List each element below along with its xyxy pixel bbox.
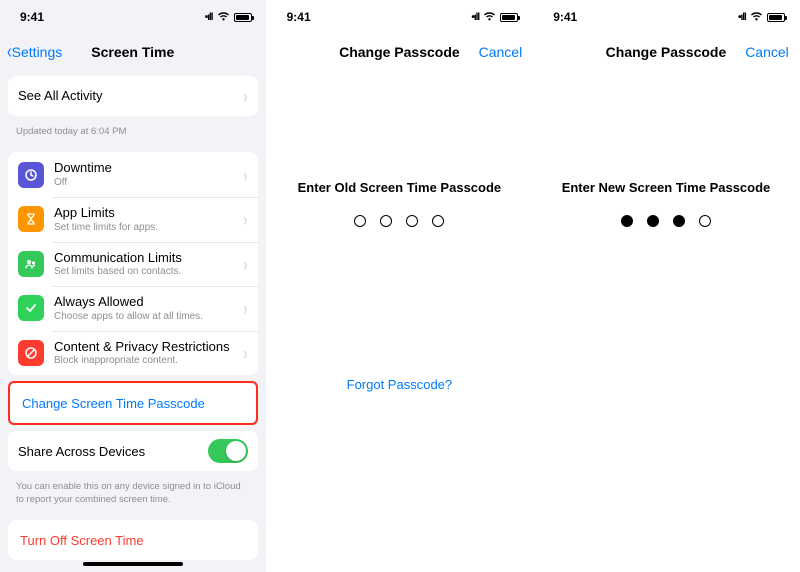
status-time: 9:41 — [287, 10, 311, 24]
row-sub: Set time limits for apps. — [54, 222, 158, 234]
passcode-dot — [432, 215, 444, 227]
status-indicators: •ıll — [471, 11, 518, 24]
share-toggle[interactable] — [208, 439, 248, 463]
passcode-dot — [354, 215, 366, 227]
row-title: Content & Privacy Restrictions — [54, 339, 230, 355]
signal-icon: •ıll — [471, 12, 479, 23]
share-group: Share Across Devices — [8, 431, 258, 471]
status-time: 9:41 — [553, 10, 577, 24]
checkmark-icon — [18, 295, 44, 321]
row-sub: Off — [54, 177, 112, 189]
change-passcode-label: Change Screen Time Passcode — [22, 396, 205, 411]
chevron-right-icon: › — [244, 208, 247, 230]
see-all-activity-label: See All Activity — [18, 88, 103, 104]
passcode-dots — [533, 215, 799, 227]
forgot-label: Forgot Passcode? — [347, 377, 453, 392]
limits-group: Downtime Off › App Limits Set time limit… — [8, 152, 258, 375]
downtime-icon — [18, 162, 44, 188]
row-sub: Choose apps to allow at all times. — [54, 311, 203, 323]
share-footnote: You can enable this on any device signed… — [0, 477, 266, 514]
turn-off-button[interactable]: Turn Off Screen Time — [8, 520, 258, 560]
chevron-right-icon: › — [244, 163, 247, 185]
hourglass-icon — [18, 206, 44, 232]
always-allowed-row[interactable]: Always Allowed Choose apps to allow at a… — [8, 286, 258, 331]
signal-icon: •ıll — [205, 12, 213, 23]
wifi-icon — [483, 11, 496, 24]
downtime-row[interactable]: Downtime Off › — [8, 152, 258, 197]
forgot-passcode-link[interactable]: Forgot Passcode? — [267, 377, 533, 392]
passcode-dot — [621, 215, 633, 227]
row-sub: Block inappropriate content. — [54, 355, 230, 367]
row-title: App Limits — [54, 205, 158, 221]
row-title: Always Allowed — [54, 294, 203, 310]
change-passcode-button[interactable]: Change Screen Time Passcode — [10, 383, 256, 423]
share-across-devices-row[interactable]: Share Across Devices — [8, 431, 258, 471]
status-bar: 9:41 •ıll — [533, 0, 799, 34]
back-label: Settings — [12, 44, 63, 60]
turn-off-label: Turn Off Screen Time — [20, 533, 144, 548]
passcode-dots — [267, 215, 533, 227]
share-label: Share Across Devices — [18, 444, 145, 459]
see-all-activity-row[interactable]: See All Activity › — [8, 76, 258, 116]
cancel-label: Cancel — [479, 44, 523, 60]
updated-footnote: Updated today at 6:04 PM — [0, 122, 266, 146]
cancel-button[interactable]: Cancel — [745, 34, 789, 70]
screen-screentime: 9:41 •ıll ‹ Settings Screen Time See All… — [0, 0, 267, 572]
passcode-dot — [406, 215, 418, 227]
battery-icon — [500, 13, 518, 22]
chevron-right-icon: › — [244, 342, 247, 364]
nav-bar: Change Passcode Cancel — [533, 34, 799, 70]
content-privacy-row[interactable]: Content & Privacy Restrictions Block ina… — [8, 331, 258, 376]
activity-group: See All Activity › — [8, 76, 258, 116]
passcode-prompt: Enter New Screen Time Passcode — [533, 180, 799, 195]
passcode-dot — [647, 215, 659, 227]
communication-icon — [18, 251, 44, 277]
highlight-box: Change Screen Time Passcode — [8, 381, 258, 425]
turnoff-group: Turn Off Screen Time — [8, 520, 258, 560]
wifi-icon — [217, 11, 230, 24]
nav-bar: ‹ Settings Screen Time — [0, 34, 266, 70]
page-title: Change Passcode — [606, 44, 727, 60]
app-limits-row[interactable]: App Limits Set time limits for apps. › — [8, 197, 258, 242]
battery-icon — [767, 13, 785, 22]
signal-icon: •ıll — [738, 12, 746, 23]
page-title: Change Passcode — [339, 44, 460, 60]
nav-bar: Change Passcode Cancel — [267, 34, 533, 70]
home-indicator[interactable] — [83, 562, 183, 566]
no-entry-icon — [18, 340, 44, 366]
row-sub: Set limits based on contacts. — [54, 266, 182, 278]
chevron-right-icon: › — [244, 85, 247, 107]
chevron-right-icon: › — [244, 253, 247, 275]
status-indicators: •ıll — [738, 11, 785, 24]
status-indicators: •ıll — [205, 11, 252, 24]
status-time: 9:41 — [20, 10, 44, 24]
communication-limits-row[interactable]: Communication Limits Set limits based on… — [8, 242, 258, 287]
passcode-dot — [699, 215, 711, 227]
cancel-button[interactable]: Cancel — [479, 34, 523, 70]
screen-enter-new-passcode: 9:41 •ıll Change Passcode Cancel Enter N… — [533, 0, 800, 572]
screen-enter-old-passcode: 9:41 •ıll Change Passcode Cancel Enter O… — [267, 0, 534, 572]
status-bar: 9:41 •ıll — [267, 0, 533, 34]
row-title: Downtime — [54, 160, 112, 176]
cancel-label: Cancel — [745, 44, 789, 60]
chevron-right-icon: › — [244, 297, 247, 319]
status-bar: 9:41 •ıll — [0, 0, 266, 34]
passcode-dot — [673, 215, 685, 227]
battery-icon — [234, 13, 252, 22]
page-title: Screen Time — [91, 44, 174, 60]
passcode-prompt: Enter Old Screen Time Passcode — [267, 180, 533, 195]
back-button[interactable]: ‹ Settings — [6, 34, 62, 70]
chevron-left-icon: ‹ — [7, 41, 12, 64]
wifi-icon — [750, 11, 763, 24]
row-title: Communication Limits — [54, 250, 182, 266]
passcode-dot — [380, 215, 392, 227]
